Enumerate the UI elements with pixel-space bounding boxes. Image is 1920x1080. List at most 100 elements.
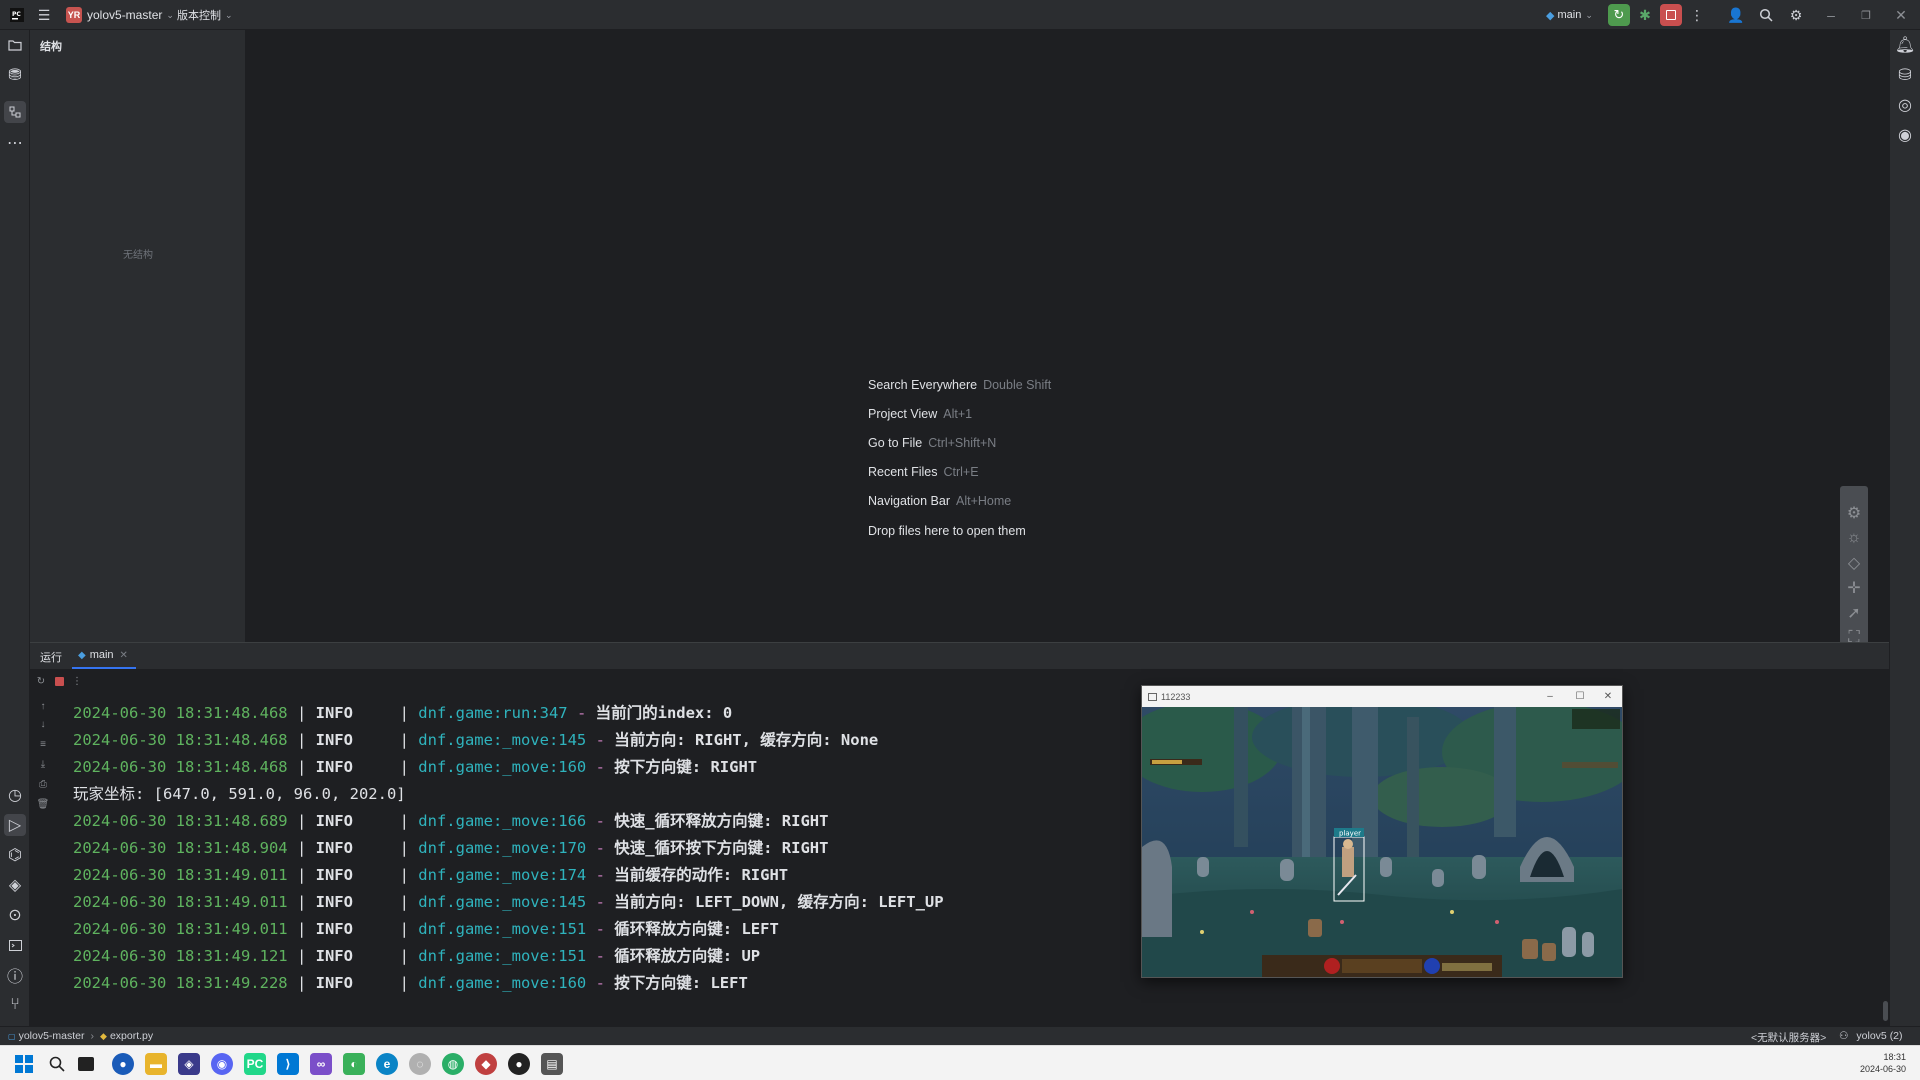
- stop-icon[interactable]: [1660, 4, 1682, 26]
- discord-icon[interactable]: ◉: [211, 1053, 233, 1075]
- minimize-icon[interactable]: –: [1820, 4, 1842, 26]
- structure-icon[interactable]: [4, 101, 26, 123]
- log-separator: |: [352, 731, 419, 749]
- close-icon[interactable]: ✕: [1594, 686, 1622, 707]
- restore-icon[interactable]: ❐: [1855, 4, 1877, 26]
- log-dash: -: [586, 731, 615, 749]
- vscode-icon[interactable]: ⟩: [277, 1053, 299, 1075]
- app-icon-2[interactable]: ◐: [343, 1053, 365, 1075]
- task-view-icon[interactable]: [78, 1057, 94, 1071]
- scroll-down-icon[interactable]: ↓: [36, 717, 50, 731]
- scroll-to-end-icon[interactable]: ⤓: [36, 757, 50, 771]
- tab-main[interactable]: ◆ main ✕: [72, 643, 136, 669]
- database-icon[interactable]: ⛁: [1894, 64, 1916, 86]
- remote-host-icon[interactable]: ◉: [1894, 124, 1916, 146]
- interpreter-indicator[interactable]: ⚇ yolov5 (2): [1839, 1030, 1903, 1042]
- problems-icon[interactable]: ⓘ: [4, 964, 26, 986]
- settings-icon[interactable]: ⚙: [1845, 504, 1863, 522]
- right-tool-strip: 🔔︎ ⛁ ◎ ◉: [1889, 30, 1920, 1045]
- git-icon[interactable]: ⑂: [4, 994, 26, 1016]
- notifications-icon[interactable]: 🔔︎: [1894, 34, 1916, 56]
- soft-wrap-icon[interactable]: ≡: [36, 737, 50, 751]
- visual-studio-icon[interactable]: ∞: [310, 1053, 332, 1075]
- move-icon[interactable]: ✛: [1845, 579, 1863, 597]
- windows-start-icon[interactable]: [13, 1053, 35, 1075]
- file-explorer-icon[interactable]: ▬: [145, 1053, 167, 1075]
- run-tool-icon[interactable]: ▷: [4, 814, 26, 836]
- more-actions-icon[interactable]: ⋮: [70, 674, 84, 688]
- maximize-icon[interactable]: ☐: [1566, 686, 1594, 707]
- pycharm-logo-icon[interactable]: PC: [6, 4, 28, 26]
- status-bar: ▢ yolov5-master › ◆ export.py <无默认服务器> ⚇…: [0, 1026, 1920, 1045]
- system-clock[interactable]: 18:31 2024-06-30: [1860, 1051, 1906, 1075]
- tag-icon[interactable]: ◇: [1845, 554, 1863, 572]
- title-bar: PC ☰ YR yolov5-master ⌄ 版本控制 ⌄ ◆ main ⌄ …: [0, 0, 1920, 30]
- console-scrollbar[interactable]: [1883, 1001, 1888, 1021]
- console-line: 2024-06-30 18:31:48.468 | INFO | dnf.gam…: [73, 700, 1093, 727]
- log-timestamp: 2024-06-30 18:31:49.011: [73, 920, 288, 938]
- pointer-icon[interactable]: ➚: [1845, 604, 1863, 622]
- editor-area[interactable]: Search Everywhere Double Shift Project Vi…: [247, 30, 1889, 642]
- vcs-selector[interactable]: 版本控制 ⌄: [177, 0, 233, 30]
- console-output[interactable]: 2024-06-30 18:31:48.468 | INFO | dnf.gam…: [73, 700, 1093, 997]
- app-icon-3[interactable]: ◌: [409, 1053, 431, 1075]
- app-icon-4[interactable]: ●: [508, 1053, 530, 1075]
- code-with-me-icon[interactable]: 👤: [1725, 4, 1747, 26]
- print-icon[interactable]: ⎙: [36, 777, 50, 791]
- ai-assistant-icon[interactable]: ◎: [1894, 94, 1916, 116]
- game-window[interactable]: 112233 – ☐ ✕ player: [1141, 685, 1623, 978]
- settings-icon[interactable]: ⚙: [1785, 4, 1807, 26]
- debug-icon[interactable]: ✱: [1634, 4, 1656, 26]
- rerun-icon[interactable]: ↻: [34, 674, 48, 688]
- console-line: 2024-06-30 18:31:49.011 | INFO | dnf.gam…: [73, 889, 1093, 916]
- edge-icon[interactable]: e: [376, 1053, 398, 1075]
- log-source: dnf.game:_move:145: [418, 893, 587, 911]
- hint-go-to-file: Go to File Ctrl+Shift+N: [868, 436, 996, 450]
- minimize-icon[interactable]: –: [1536, 686, 1564, 707]
- services-icon[interactable]: ⊙: [4, 904, 26, 926]
- app-icon-1[interactable]: ◈: [178, 1053, 200, 1075]
- stop-icon[interactable]: [52, 674, 66, 688]
- browser-icon[interactable]: ●: [112, 1053, 134, 1075]
- log-separator: |: [287, 947, 316, 965]
- log-separator: |: [352, 812, 419, 830]
- hint-shortcut: Alt+Home: [956, 494, 1012, 508]
- hint-project-view: Project View Alt+1: [868, 407, 972, 421]
- main-menu-icon[interactable]: ☰: [33, 4, 55, 26]
- log-timestamp: 2024-06-30 18:31:48.468: [73, 731, 288, 749]
- log-level: INFO: [315, 974, 353, 992]
- more-actions-icon[interactable]: ⋮: [1686, 4, 1708, 26]
- log-message: 当前方向: RIGHT, 缓存方向: None: [614, 731, 879, 749]
- rerun-icon[interactable]: ↻: [1608, 4, 1630, 26]
- brightness-icon[interactable]: ☼: [1845, 529, 1863, 547]
- more-tools-icon[interactable]: ⋯: [4, 132, 26, 154]
- clear-all-icon[interactable]: 🗑︎: [36, 797, 50, 811]
- search-icon[interactable]: [1755, 4, 1777, 26]
- wechat-icon[interactable]: ◍: [442, 1053, 464, 1075]
- breadcrumb-file[interactable]: export.py: [110, 1030, 153, 1042]
- history-icon[interactable]: ◷: [4, 784, 26, 806]
- search-icon[interactable]: [46, 1053, 68, 1075]
- log-message: 按下方向键: RIGHT: [614, 758, 758, 776]
- terminal-icon[interactable]: [4, 934, 26, 956]
- app-icon-5[interactable]: ▤: [541, 1053, 563, 1075]
- python-packages-icon[interactable]: ⛃: [4, 64, 26, 86]
- project-selector[interactable]: YR yolov5-master ⌄: [66, 0, 174, 30]
- project-folder-icon[interactable]: [4, 34, 26, 56]
- game-screen[interactable]: player: [1142, 707, 1622, 977]
- game-window-titlebar[interactable]: 112233 – ☐ ✕: [1142, 686, 1622, 707]
- pycharm-taskbar-icon[interactable]: PC: [244, 1053, 266, 1075]
- scroll-up-icon[interactable]: ↑: [36, 699, 50, 713]
- layers-icon[interactable]: ◈: [4, 874, 26, 896]
- run-config-selector[interactable]: ◆ main ⌄: [1546, 0, 1593, 30]
- log-separator: |: [352, 920, 419, 938]
- hint-shortcut: Double Shift: [983, 378, 1052, 392]
- server-indicator[interactable]: <无默认服务器>: [1751, 1030, 1826, 1045]
- log-separator: |: [352, 974, 419, 992]
- breadcrumb-project[interactable]: yolov5-master: [19, 1030, 85, 1042]
- log-level: INFO: [315, 920, 353, 938]
- close-tab-icon[interactable]: ✕: [120, 650, 128, 661]
- close-icon[interactable]: ✕: [1890, 4, 1912, 26]
- game-app-icon[interactable]: ◆: [475, 1053, 497, 1075]
- python-console-icon[interactable]: ⌬: [4, 844, 26, 866]
